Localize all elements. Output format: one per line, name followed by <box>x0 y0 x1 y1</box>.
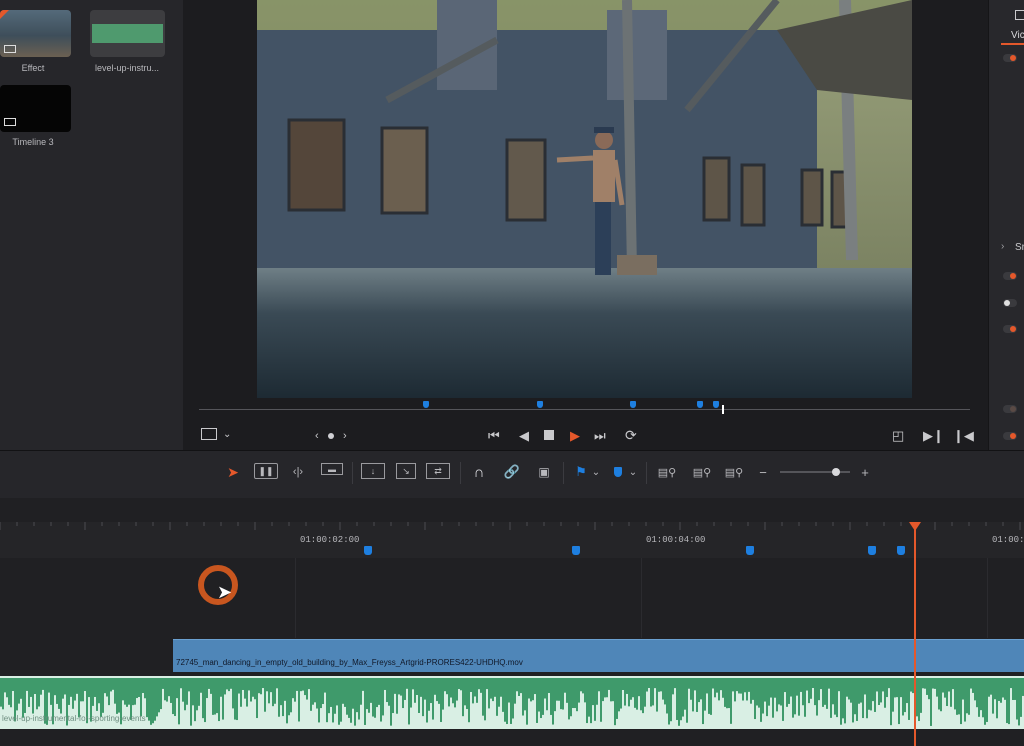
viewer-marker[interactable] <box>713 401 719 408</box>
viewer-playhead[interactable] <box>722 405 724 414</box>
zoom-full-icon[interactable]: ▤⚲ <box>655 463 679 481</box>
next-clip-icon[interactable]: › <box>343 429 347 443</box>
lock-icon[interactable]: ▣ <box>536 463 552 481</box>
match-frame-icon[interactable]: ◰ <box>892 429 904 443</box>
go-to-start-icon[interactable]: ⏮ <box>488 429 500 443</box>
audio-clip[interactable] <box>0 676 1024 729</box>
chevron-down-icon[interactable]: ⌄ <box>591 463 601 481</box>
audio-waveform-preview <box>92 24 163 43</box>
chevron-right-icon[interactable]: › <box>1001 241 1004 252</box>
inspector-tab-video[interactable]: Vic <box>1011 30 1024 41</box>
zoom-custom-icon[interactable]: ▤⚲ <box>722 463 746 481</box>
audio-waveform <box>0 678 1024 726</box>
viewer-marker[interactable] <box>423 401 429 408</box>
timeline-header-strip <box>0 498 1024 522</box>
selection-arrow-icon[interactable]: ➤ <box>226 463 240 481</box>
audio-label: level-up-instru... <box>94 63 160 73</box>
inspector-tab-underline <box>1001 43 1024 45</box>
trim-icon[interactable]: ❚❚ <box>254 463 278 479</box>
previous-clip-icon[interactable]: ‹ <box>315 429 319 443</box>
video-frame-image <box>257 0 912 398</box>
ruler-timecode: 01:00:04:00 <box>646 535 706 545</box>
flag-icon[interactable]: ⚑ <box>575 463 587 481</box>
film-icon <box>4 45 16 53</box>
video-clip[interactable]: 72745_man_dancing_in_empty_old_building_… <box>173 639 1024 672</box>
timeline-marker[interactable] <box>364 546 372 555</box>
zoom-slider-knob[interactable] <box>832 468 840 476</box>
replace-icon[interactable]: ⇄ <box>426 463 450 479</box>
timeline-gridline <box>641 558 642 638</box>
timeline-marker[interactable] <box>746 546 754 555</box>
snapping-icon[interactable]: ∩ <box>470 463 488 481</box>
play-icon[interactable]: ▶ <box>570 429 580 443</box>
play-reverse-icon[interactable]: ◀ <box>519 429 529 443</box>
video-preview[interactable] <box>257 0 912 398</box>
viewer-marker[interactable] <box>697 401 703 408</box>
zoom-in-icon[interactable]: + <box>860 463 870 481</box>
timeline-marker[interactable] <box>868 546 876 555</box>
playhead-handle[interactable] <box>909 522 921 531</box>
chevron-down-icon[interactable]: ⌄ <box>223 428 231 442</box>
timeline-marker[interactable] <box>572 546 580 555</box>
viewer-marker[interactable] <box>630 401 636 408</box>
audio-clip-name: level-up-instrumental-for-sporting-event… <box>2 714 146 723</box>
insert-icon[interactable]: ↓ <box>361 463 385 479</box>
link-icon[interactable]: 🔗 <box>503 463 521 481</box>
viewer-panel: ⌄ ‹ › ⏮ ◀ ▶ ⏭ ⟳ ◰ ▶❙ ❙◀ <box>183 0 988 450</box>
toolbar-separator <box>460 462 461 484</box>
mouse-cursor-icon: ➤ <box>217 582 233 602</box>
viewer-marker[interactable] <box>537 401 543 408</box>
go-to-end-icon[interactable]: ⏭ <box>594 429 606 443</box>
effect-label: Effect <box>21 63 45 73</box>
timeline-thumbnail[interactable] <box>0 85 71 132</box>
toolbar-separator <box>563 462 564 484</box>
setting-toggle[interactable] <box>1003 405 1017 413</box>
video-clip-name: 72745_man_dancing_in_empty_old_building_… <box>176 658 523 667</box>
zoom-detail-icon[interactable]: ▤⚲ <box>690 463 714 481</box>
setting-toggle[interactable] <box>1003 432 1017 440</box>
timeline-playhead[interactable] <box>914 524 916 746</box>
step-back-icon[interactable]: ❙◀ <box>953 429 974 443</box>
timeline-marker[interactable] <box>897 546 905 555</box>
marker-icon[interactable] <box>612 463 624 481</box>
setting-toggle[interactable] <box>1003 272 1017 280</box>
video-toggle[interactable] <box>1003 54 1017 62</box>
blade-icon[interactable]: ▬ <box>321 463 343 475</box>
timeline-icon <box>4 118 16 126</box>
step-forward-icon[interactable]: ▶❙ <box>923 429 944 443</box>
inspector-icon[interactable] <box>1015 10 1024 20</box>
timeline-label: Timeline 3 <box>12 137 54 147</box>
inspector-panel: Vic › Sr <box>988 0 1024 450</box>
crop-icon[interactable] <box>201 428 217 440</box>
effect-corner-flag <box>0 10 9 19</box>
loop-icon[interactable]: ⟳ <box>625 428 637 442</box>
effect-thumbnail[interactable] <box>0 10 71 57</box>
ruler-timecode: 01:00:0 <box>992 535 1024 545</box>
timeline-gridline <box>295 558 296 638</box>
inspector-section-label: Sr <box>1015 242 1024 253</box>
setting-toggle[interactable] <box>1003 299 1017 307</box>
media-pool: Effect level-up-instru... Timeline 3 <box>0 0 183 450</box>
overwrite-icon[interactable]: ↘ <box>396 463 416 479</box>
zoom-out-icon[interactable]: − <box>758 463 768 481</box>
ruler-timecode: 01:00:02:00 <box>300 535 360 545</box>
chevron-down-icon[interactable]: ⌄ <box>628 463 638 481</box>
setting-toggle[interactable] <box>1003 325 1017 333</box>
toolbar-separator <box>352 462 353 484</box>
viewer-scrubber[interactable] <box>199 409 970 410</box>
stop-icon[interactable] <box>544 430 554 440</box>
dynamic-trim-icon[interactable]: ‹|› <box>288 463 308 481</box>
audio-thumbnail[interactable] <box>90 10 165 57</box>
timeline-gridline <box>987 558 988 638</box>
clip-position-dot[interactable] <box>328 433 334 439</box>
toolbar-separator <box>646 462 647 484</box>
